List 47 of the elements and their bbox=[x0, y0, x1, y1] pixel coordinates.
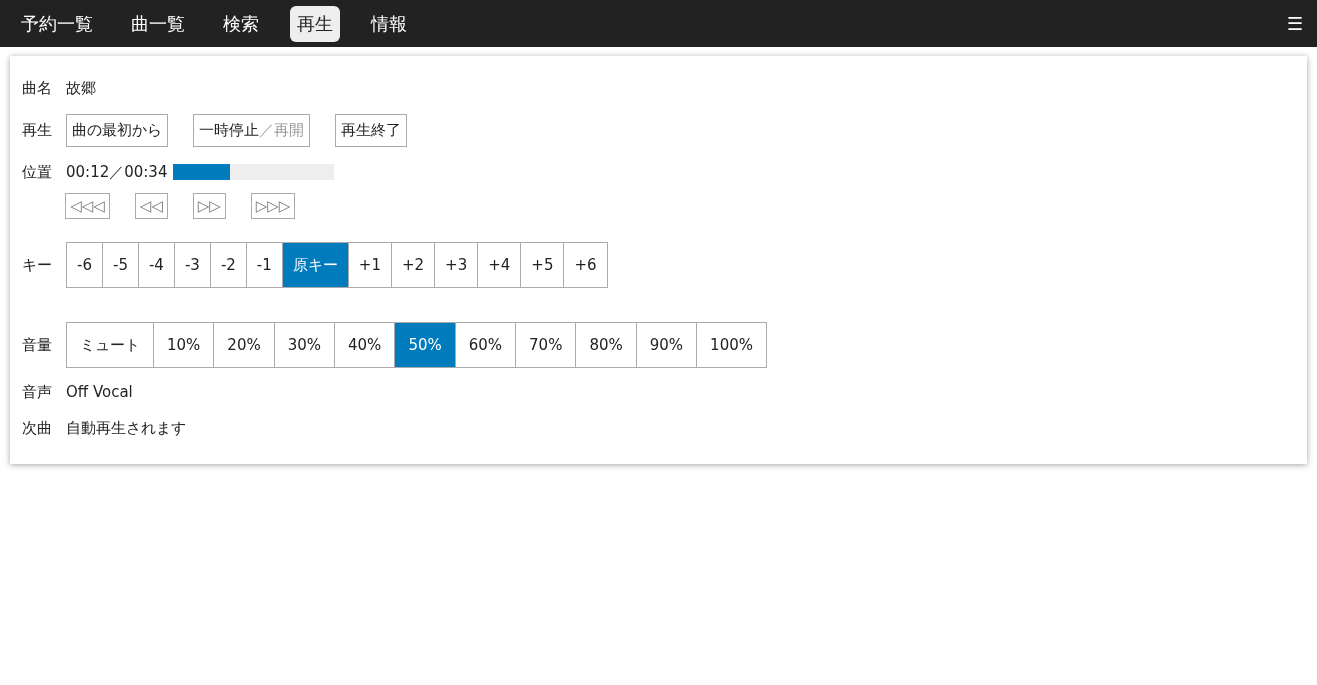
key-button[interactable]: -5 bbox=[101, 242, 139, 288]
volume-button[interactable]: 30% bbox=[273, 322, 336, 368]
field-label: 次曲 bbox=[22, 418, 53, 438]
key-button[interactable]: +4 bbox=[477, 242, 522, 288]
seek-button[interactable]: ▷▷▷ bbox=[250, 193, 296, 219]
volume-button[interactable]: ミュート bbox=[66, 322, 154, 368]
volume-button[interactable]: 90% bbox=[635, 322, 698, 368]
key-button[interactable]: 原キー bbox=[281, 242, 349, 288]
seek-button[interactable]: ▷▷ bbox=[192, 193, 226, 219]
key-button[interactable]: +2 bbox=[390, 242, 436, 288]
volume-button[interactable]: 70% bbox=[515, 322, 577, 368]
nav-tab[interactable]: 予約一覧 bbox=[14, 5, 100, 42]
seek-button[interactable]: ◁◁◁ bbox=[65, 193, 110, 219]
key-button[interactable]: -4 bbox=[137, 242, 175, 288]
field-label: 音量 bbox=[22, 335, 53, 355]
seek-button[interactable]: ◁◁ bbox=[134, 193, 168, 219]
field-label: 音声 bbox=[22, 382, 53, 402]
restart-button[interactable]: 曲の最初から bbox=[66, 113, 168, 147]
volume-button[interactable]: 50% bbox=[394, 322, 456, 368]
volume-button[interactable]: 40% bbox=[334, 322, 396, 368]
key-button[interactable]: +3 bbox=[434, 242, 479, 288]
field-label: キー bbox=[22, 255, 53, 275]
time-display: 00:12／00:34 bbox=[66, 162, 168, 182]
volume-button[interactable]: 100% bbox=[696, 322, 767, 368]
volume-button[interactable]: 80% bbox=[575, 322, 637, 368]
song-title: 故郷 bbox=[66, 78, 96, 98]
nav-tab[interactable]: 再生 bbox=[290, 5, 340, 42]
field-label: 位置 bbox=[22, 162, 53, 182]
key-button[interactable]: +6 bbox=[563, 242, 608, 288]
voice-value: Off Vocal bbox=[66, 383, 133, 401]
volume-button[interactable]: 60% bbox=[454, 322, 517, 368]
nav-tab[interactable]: 検索 bbox=[216, 5, 266, 42]
pause-resume-button[interactable]: 一時停止／再開 bbox=[193, 113, 310, 147]
field-label: 曲名 bbox=[22, 78, 53, 98]
key-button[interactable]: -2 bbox=[209, 242, 247, 288]
key-button[interactable]: -6 bbox=[66, 242, 103, 288]
volume-button[interactable]: 20% bbox=[213, 322, 275, 368]
field-label: 再生 bbox=[22, 120, 53, 140]
key-button[interactable]: +1 bbox=[347, 242, 392, 288]
next-song-value: 自動再生されます bbox=[66, 418, 186, 438]
stop-button[interactable]: 再生終了 bbox=[335, 113, 407, 147]
nav-tab[interactable]: 曲一覧 bbox=[124, 5, 192, 42]
volume-button[interactable]: 10% bbox=[153, 322, 215, 368]
nav-tab[interactable]: 情報 bbox=[364, 5, 414, 42]
key-button[interactable]: -3 bbox=[173, 242, 211, 288]
key-button[interactable]: +5 bbox=[520, 242, 565, 288]
key-button[interactable]: -1 bbox=[245, 242, 283, 288]
